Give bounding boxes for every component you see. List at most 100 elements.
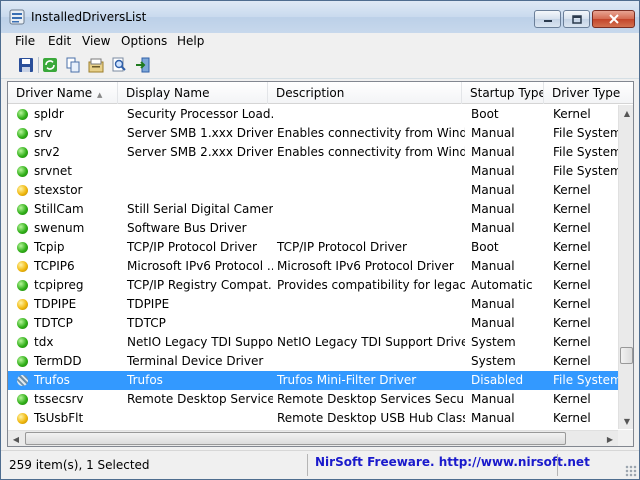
- display-name-cell: Trufos: [127, 373, 163, 387]
- startup-type-cell: Manual: [471, 392, 515, 406]
- startup-type-cell: Manual: [471, 164, 515, 178]
- description-cell: TCP/IP Protocol Driver: [277, 240, 407, 254]
- startup-type-cell: Manual: [471, 297, 515, 311]
- status-green-icon: [17, 356, 28, 367]
- find-button[interactable]: [110, 56, 128, 74]
- scroll-down-button[interactable]: ▼: [619, 413, 633, 429]
- scrollbar-corner: [618, 430, 633, 446]
- status-green-icon: [17, 223, 28, 234]
- table-row[interactable]: Tcpip TCP/IP Protocol Driver TCP/IP Protoc…: [8, 238, 618, 257]
- horizontal-scroll-thumb[interactable]: [25, 432, 566, 445]
- resize-grip-icon[interactable]: [625, 465, 637, 477]
- column-startup-type[interactable]: Startup Type: [462, 82, 544, 104]
- horizontal-scrollbar[interactable]: ◀ ▶: [8, 430, 618, 446]
- driver-name-cell: stexstor: [34, 183, 83, 197]
- vertical-scrollbar[interactable]: ▲ ▼: [618, 105, 633, 429]
- table-row[interactable]: TsUsbFlt Remote Desktop USB Hub Class ...…: [8, 409, 618, 428]
- driver-type-cell: Kernel: [553, 278, 591, 292]
- refresh-button[interactable]: [41, 56, 59, 74]
- display-name-cell: TCP/IP Registry Compat...: [127, 278, 273, 292]
- table-row[interactable]: TCPIP6 Microsoft IPv6 Protocol ... Microso…: [8, 257, 618, 276]
- status-green-icon: [17, 280, 28, 291]
- maximize-button[interactable]: [563, 10, 590, 28]
- table-row[interactable]: tdx NetIO Legacy TDI Suppo... NetIO Legacy…: [8, 333, 618, 352]
- menu-help[interactable]: Help: [177, 34, 204, 48]
- driver-name-cell: tssecsrv: [34, 392, 84, 406]
- driver-type-cell: Kernel: [553, 354, 591, 368]
- table-row[interactable]: TDTCP TDTCP Manual Kernel: [8, 314, 618, 333]
- window-title: InstalledDriversList: [31, 10, 147, 24]
- vertical-scroll-thumb[interactable]: [620, 347, 633, 364]
- startup-type-cell: Manual: [471, 202, 515, 216]
- driver-name-cell: srv2: [34, 145, 60, 159]
- table-row[interactable]: srv Server SMB 1.xxx Driver Enables connec…: [8, 124, 618, 143]
- description-cell: [275, 352, 465, 371]
- driver-name-cell: TCPIP6: [34, 259, 75, 273]
- column-driver-type[interactable]: Driver Type: [544, 82, 633, 104]
- table-row[interactable]: StillCam Still Serial Digital Camer... Man…: [8, 200, 618, 219]
- properties-icon: [88, 58, 104, 73]
- minimize-button[interactable]: [534, 10, 561, 28]
- startup-type-cell: Disabled: [471, 373, 524, 387]
- menu-edit[interactable]: Edit: [48, 34, 71, 48]
- table-row[interactable]: srv2 Server SMB 2.xxx Driver Enables conne…: [8, 143, 618, 162]
- status-green-icon: [17, 166, 28, 177]
- table-row[interactable]: swenum Software Bus Driver Manual Kernel: [8, 219, 618, 238]
- driver-type-cell: Kernel: [553, 411, 591, 425]
- startup-type-cell: Manual: [471, 259, 515, 273]
- table-row[interactable]: Trufos Trufos Trufos Mini-Filter Driver Dis…: [8, 371, 618, 390]
- table-row[interactable]: srvnet Manual File System: [8, 162, 618, 181]
- driver-name-cell: srvnet: [34, 164, 72, 178]
- exit-button[interactable]: [134, 56, 152, 74]
- exit-icon: [136, 57, 150, 73]
- status-yellow-icon: [17, 299, 28, 310]
- driver-name-cell: tcpipreg: [34, 278, 84, 292]
- menu-options[interactable]: Options: [121, 34, 167, 48]
- save-icon: [19, 58, 33, 72]
- driver-type-cell: Kernel: [553, 202, 591, 216]
- save-button[interactable]: [17, 56, 35, 74]
- startup-type-cell: Automatic: [471, 278, 533, 292]
- startup-type-cell: System: [471, 335, 516, 349]
- display-name-cell: [125, 181, 273, 200]
- description-cell: NetIO Legacy TDI Support Driver: [277, 335, 465, 349]
- description-cell: [275, 181, 465, 200]
- nirsoft-link[interactable]: NirSoft Freeware. http://www.nirsoft.net: [315, 455, 590, 469]
- title-bar[interactable]: InstalledDriversList: [1, 1, 639, 33]
- table-row[interactable]: tcpipreg TCP/IP Registry Compat... Provide…: [8, 276, 618, 295]
- driver-type-cell: File System: [553, 126, 618, 140]
- app-window: InstalledDriversList File Edit View Opti…: [0, 0, 640, 480]
- driver-type-cell: Kernel: [553, 107, 591, 121]
- close-button[interactable]: [592, 10, 635, 28]
- status-green-icon: [17, 318, 28, 329]
- scroll-right-button[interactable]: ▶: [602, 431, 618, 446]
- menu-view[interactable]: View: [82, 34, 110, 48]
- status-green-icon: [17, 147, 28, 158]
- drivers-list[interactable]: Driver Name ▲ Display Name Description S…: [7, 81, 634, 447]
- scroll-up-button[interactable]: ▲: [619, 105, 633, 121]
- display-name-cell: Microsoft IPv6 Protocol ...: [127, 259, 273, 273]
- column-description[interactable]: Description: [268, 82, 462, 104]
- copy-button[interactable]: [64, 56, 82, 74]
- minimize-icon: [543, 20, 552, 22]
- menu-file[interactable]: File: [15, 34, 35, 48]
- startup-type-cell: Manual: [471, 145, 515, 159]
- properties-button[interactable]: [87, 56, 105, 74]
- table-row[interactable]: TermDD Terminal Device Driver System Kernel: [8, 352, 618, 371]
- column-display-name[interactable]: Display Name: [118, 82, 268, 104]
- display-name-cell: TDTCP: [127, 316, 166, 330]
- description-cell: Microsoft IPv6 Protocol Driver: [277, 259, 454, 273]
- status-yellow-icon: [17, 413, 28, 424]
- driver-type-cell: Kernel: [553, 240, 591, 254]
- status-green-icon: [17, 394, 28, 405]
- scroll-left-button[interactable]: ◀: [8, 431, 24, 446]
- table-row[interactable]: TDPIPE TDPIPE Manual Kernel: [8, 295, 618, 314]
- startup-type-cell: Manual: [471, 183, 515, 197]
- display-name-cell: Remote Desktop Service...: [127, 392, 273, 406]
- table-row[interactable]: spldr Security Processor Load... Boot Kerne…: [8, 105, 618, 124]
- table-row[interactable]: tssecsrv Remote Desktop Service... Remote …: [8, 390, 618, 409]
- startup-type-cell: System: [471, 354, 516, 368]
- table-row[interactable]: stexstor Manual Kernel: [8, 181, 618, 200]
- description-cell: [275, 219, 465, 238]
- display-name-cell: Still Serial Digital Camer...: [127, 202, 273, 216]
